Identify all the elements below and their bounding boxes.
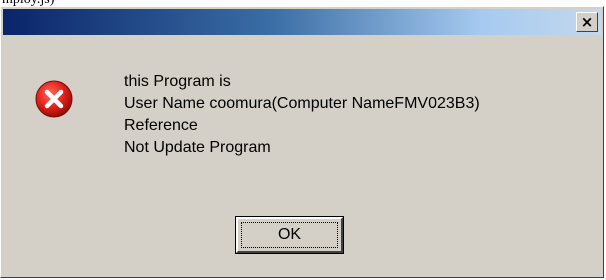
ok-button-label: OK [277,226,302,243]
message-line: Not Update Program [124,139,271,156]
message-line: this Program is [124,73,231,90]
message-line: User Name coomura(Computer NameFMV023B3) [124,95,480,112]
error-icon [35,80,73,118]
close-icon: × [580,12,594,31]
error-dialog: × this Program is User Name coomura(Comp… [0,6,604,278]
ok-button[interactable]: OK [235,216,344,254]
message-line: Reference [124,117,198,134]
message-text: this Program is User Name coomura(Comput… [124,71,480,159]
title-bar[interactable]: × [3,9,601,35]
close-button[interactable]: × [576,12,598,32]
